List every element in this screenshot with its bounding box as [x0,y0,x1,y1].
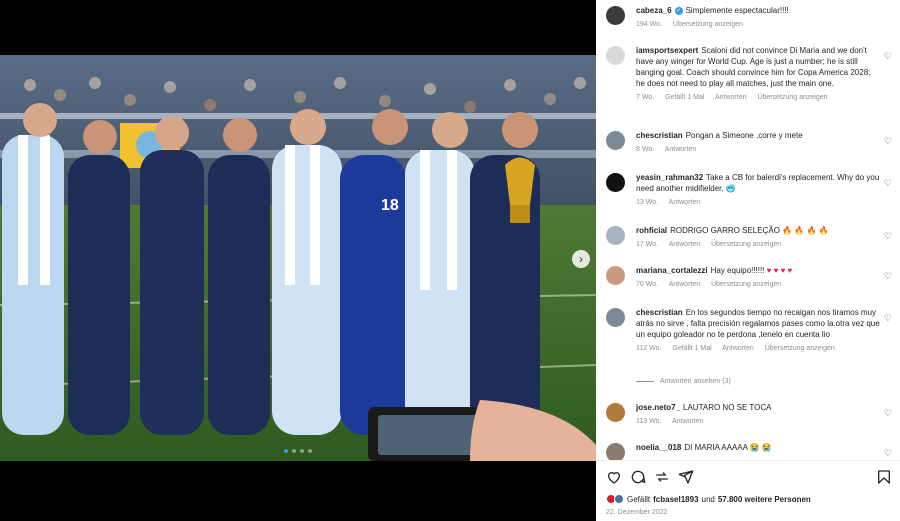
comment-username[interactable]: yeasin_rahman32 [636,173,703,182]
send-icon[interactable] [678,469,694,485]
avatar[interactable] [606,173,625,192]
like-comment-heart-icon[interactable]: ♡ [884,178,892,189]
avatar[interactable] [606,308,625,327]
comments-list[interactable]: cabeza_6 ✓ Simplemente espectacular!!!! 19… [596,0,900,460]
comment-username[interactable]: chescristian [636,131,683,140]
translate-link[interactable]: Übersetzung anzeigen [711,241,781,248]
reply-link[interactable]: Antworten [669,241,701,248]
reply-link[interactable]: Antworten [722,345,754,352]
comment-bubble-icon[interactable] [630,469,646,485]
like-comment-heart-icon[interactable]: ♡ [884,448,892,459]
post-photo[interactable]: 18 › [0,55,596,461]
comment-username[interactable]: noelia__018 [636,443,681,452]
cold-face-emoji: 🥶 [725,184,736,193]
like-comment-heart-icon[interactable]: ♡ [884,408,892,419]
post-actions-bar: Gefällt fcbasel1893 und 57.800 weitere P… [596,460,900,521]
bookmark-icon[interactable] [876,469,892,485]
view-replies-label: Antworten ansehen (3) [660,378,731,385]
post-photo-illustration: 18 [0,55,596,461]
comment-username[interactable]: mariana_cortalezzi [636,266,708,275]
comment-username[interactable]: rohficial [636,226,667,235]
liker-username[interactable]: fcbasel1893 [653,495,698,504]
translate-link[interactable]: Übersetzung anzeigen [765,345,835,352]
avatar[interactable] [606,131,625,150]
like-comment-heart-icon[interactable]: ♡ [884,136,892,147]
likes-prefix: Gefällt [627,494,651,504]
comment-username[interactable]: iamsportsexpert [636,46,698,55]
like-comment-heart-icon[interactable]: ♡ [884,271,892,282]
likes-count-link[interactable]: Gefällt 1 Mal [665,94,704,101]
fire-emoji: 🔥 🔥 🔥 🔥 [782,226,829,235]
post-date: 22. Dezember 2022 [606,509,668,516]
likes-middle: und [701,494,715,504]
avatar[interactable] [606,46,625,65]
heart-outline-icon[interactable] [606,469,622,485]
avatar[interactable] [606,403,625,422]
comment-text: Hay equipo!!!!!! [710,266,765,275]
comment-age: 70 Wo. [636,281,659,288]
replies-divider [636,381,654,382]
comment-age: 194 Wo. [636,21,662,28]
comment-text: LAUTARO NO SE TOCA [683,403,772,412]
heart-emoji: ♥ ♥ ♥ ♥ [766,266,793,275]
like-comment-heart-icon[interactable]: ♡ [884,313,892,324]
avatar[interactable] [606,226,625,245]
avatar[interactable] [606,266,625,285]
view-replies-link[interactable]: Antworten ansehen (3) [636,378,731,385]
reply-link[interactable]: Antworten [669,281,701,288]
comment-text: DI MARIA AAAAA [684,443,748,452]
carousel-dots [0,449,596,453]
carousel-dot [308,449,312,453]
comment-username[interactable]: jose.neto7_ [636,403,680,412]
comment-username[interactable]: chescristian [636,308,683,317]
avatar[interactable] [606,6,625,25]
liker-avatar [614,494,624,504]
comments-panel: cabeza_6 ✓ Simplemente espectacular!!!! 19… [596,0,900,521]
like-comment-heart-icon[interactable]: ♡ [884,51,892,62]
comment-age: 113 Wo. [636,418,662,425]
comment-age: 13 Wo. [636,199,659,206]
verified-badge-icon: ✓ [674,6,683,15]
next-photo-button[interactable]: › [572,250,590,268]
comment-age: 17 Wo. [636,241,659,248]
carousel-dot [292,449,296,453]
comment-username[interactable]: cabeza_6 [636,6,672,15]
comment-text: RODRIGO GARRO SELEÇÃO [670,226,780,235]
media-pane: 18 › [0,0,596,521]
comment-text: Simplemente espectacular!!!! [685,6,789,15]
reply-link[interactable]: Antworten [669,199,701,206]
comment-age: 7 Wo. [636,94,655,101]
crying-emoji: 😭 😭 [749,443,772,452]
player-number: 18 [381,197,399,214]
repost-icon[interactable] [654,469,670,485]
avatar[interactable] [606,443,625,460]
likes-count-link[interactable]: Gefällt 1 Mal [672,345,711,352]
translate-link[interactable]: Übersetzung anzeigen [757,94,827,101]
like-comment-heart-icon[interactable]: ♡ [884,231,892,242]
comment-age: 112 Wo. [636,345,662,352]
translate-link[interactable]: Übersetzung anzeigen [711,281,781,288]
comment-age: 8 Wo. [636,146,655,153]
translate-link[interactable]: Übersetzung anzeigen [673,21,743,28]
carousel-dot-active [284,449,288,453]
reply-link[interactable]: Antworten [665,146,697,153]
likes-summary[interactable]: Gefällt fcbasel1893 und 57.800 weitere P… [606,494,811,504]
reply-link[interactable]: Antworten [715,94,747,101]
carousel-dot [300,449,304,453]
reply-link[interactable]: Antworten [672,418,704,425]
likes-count[interactable]: 57.800 weitere Personen [718,495,811,504]
comment-text: Pongan a Simeone ,corre y mete [685,131,803,140]
